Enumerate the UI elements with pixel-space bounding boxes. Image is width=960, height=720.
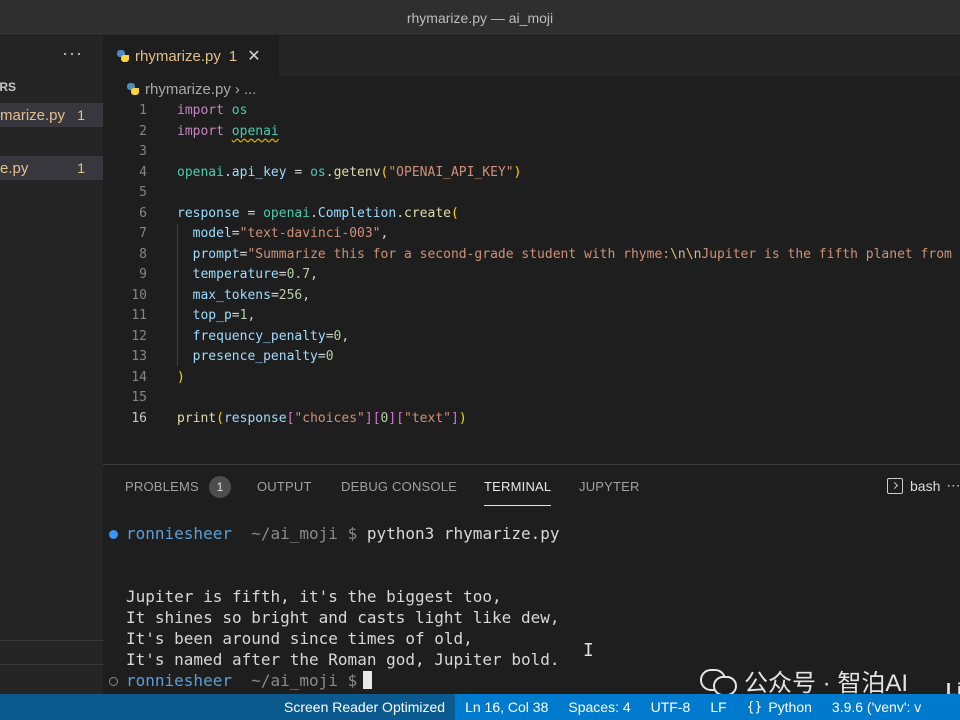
line-number: 11 bbox=[131, 308, 147, 323]
code-line: 6 response = openai.Completion.create( bbox=[103, 204, 960, 225]
code-line: 2 import openai bbox=[103, 122, 960, 143]
terminal-icon bbox=[887, 477, 903, 494]
code-line: 5 bbox=[103, 183, 960, 204]
cursor-position[interactable]: Ln 16, Col 38 bbox=[455, 694, 558, 720]
status-bar: Screen Reader Optimized Ln 16, Col 38 Sp… bbox=[0, 694, 960, 720]
watermark-text: 公众号 · 智泊AI bbox=[744, 670, 909, 697]
terminal-shell-name: bash bbox=[910, 477, 941, 494]
wechat-logo-icon bbox=[700, 667, 737, 696]
window-titlebar: rhymarize.py — ai_moji bbox=[0, 0, 960, 36]
sidebar-header: ··· bbox=[0, 36, 103, 76]
mouse-ibeam-cursor: I bbox=[583, 640, 594, 661]
code-editor[interactable]: 1 import os 2 import openai 3 4 openai.api_… bbox=[103, 101, 960, 429]
python-interpreter[interactable]: 3.9.6 ('venv': v bbox=[822, 694, 931, 720]
open-editors-section[interactable]: ORS bbox=[0, 80, 16, 94]
open-editor-file-item[interactable]: marize.py 1 bbox=[0, 103, 103, 127]
tab-debug-console[interactable]: DEBUG CONSOLE bbox=[341, 479, 457, 494]
file-name: e.py bbox=[0, 159, 29, 177]
line-number: 4 bbox=[139, 164, 147, 180]
breadcrumb: rhymarize.py › ... bbox=[103, 76, 960, 102]
code-line: 13 presence_penalty=0 bbox=[103, 347, 960, 368]
bottom-panel: PROBLEMS 1 OUTPUT DEBUG CONSOLE TERMINAL… bbox=[103, 464, 960, 694]
breadcrumb-file[interactable]: rhymarize.py bbox=[145, 81, 231, 98]
terminal-selector[interactable]: bash ⋯ bbox=[887, 477, 960, 494]
code-line: 7 model="text-davinci-003", bbox=[103, 224, 960, 245]
terminal-cursor bbox=[363, 671, 373, 689]
breadcrumb-symbol[interactable]: ... bbox=[244, 81, 257, 98]
window-title: rhymarize.py — ai_moji bbox=[406, 9, 554, 26]
line-number: 2 bbox=[139, 123, 147, 139]
line-number: 15 bbox=[131, 390, 147, 405]
close-icon[interactable]: ✕ bbox=[247, 46, 260, 66]
tab-terminal[interactable]: TERMINAL bbox=[484, 479, 552, 506]
more-actions-icon[interactable]: ⋯ bbox=[946, 477, 960, 494]
sidebar-divider bbox=[0, 664, 103, 665]
code-line: 1 import os bbox=[103, 101, 960, 122]
sidebar-divider bbox=[0, 640, 103, 641]
terminal-output-line: It's named after the Roman god, Jupiter … bbox=[126, 650, 560, 669]
braces-icon: {} bbox=[746, 699, 763, 715]
python-file-icon bbox=[117, 50, 129, 62]
line-number: 16 bbox=[131, 410, 147, 426]
terminal-output-line: Jupiter is fifth, it's the biggest too, bbox=[126, 587, 502, 606]
line-number: 10 bbox=[131, 287, 147, 303]
panel-tabs: PROBLEMS 1 OUTPUT DEBUG CONSOLE TERMINAL… bbox=[103, 465, 960, 509]
code-line: 10 max_tokens=256, bbox=[103, 286, 960, 307]
terminal-command-line: ronniesheer ~/ai_moji $ python3 rhymariz… bbox=[126, 524, 560, 543]
explorer-sidebar: ··· ORS marize.py 1 e.py 1 bbox=[0, 36, 103, 694]
tab-output[interactable]: OUTPUT bbox=[257, 479, 312, 494]
code-line: 12 frequency_penalty=0, bbox=[103, 327, 960, 348]
indentation-status[interactable]: Spaces: 4 bbox=[558, 694, 640, 720]
line-number: 8 bbox=[139, 246, 147, 262]
screen-reader-status[interactable]: Screen Reader Optimized bbox=[274, 694, 456, 720]
line-number: 13 bbox=[131, 349, 147, 364]
terminal-output-line: It's been around since times of old, bbox=[126, 629, 473, 648]
more-actions-icon[interactable]: ··· bbox=[62, 43, 83, 64]
line-number: 14 bbox=[131, 369, 147, 385]
problem-count: 1 bbox=[77, 160, 85, 176]
problems-count-badge: 1 bbox=[209, 476, 231, 498]
terminal-prompt-line: ronniesheer ~/ai_moji $ bbox=[126, 671, 373, 690]
terminal-output-line: It shines so bright and casts light like… bbox=[126, 608, 560, 627]
tab-jupyter[interactable]: JUPYTER bbox=[579, 479, 640, 494]
editor-area[interactable]: rhymarize.py 1 ✕ rhymarize.py › ... 1 imp… bbox=[103, 36, 960, 464]
line-number: 5 bbox=[139, 185, 147, 200]
line-number: 6 bbox=[139, 205, 147, 221]
code-line: 4 openai.api_key = os.getenv("OPENAI_API_… bbox=[103, 163, 960, 184]
file-name: marize.py bbox=[0, 106, 66, 124]
tab-problems[interactable]: PROBLEMS bbox=[125, 479, 199, 494]
statusbar-left-region bbox=[0, 694, 274, 720]
eol-status[interactable]: LF bbox=[700, 694, 736, 720]
code-line: 11 top_p=1, bbox=[103, 306, 960, 327]
command-pending-icon[interactable] bbox=[109, 677, 118, 686]
tab-rhymarize[interactable]: rhymarize.py 1 ✕ bbox=[103, 36, 279, 76]
code-line: 14) bbox=[103, 368, 960, 389]
explorer-file-item[interactable]: e.py 1 bbox=[0, 156, 103, 180]
line-number: 9 bbox=[139, 267, 147, 282]
editor-tabbar: rhymarize.py 1 ✕ bbox=[103, 36, 960, 76]
import-warning-squiggle[interactable]: openai bbox=[232, 124, 279, 139]
line-number: 1 bbox=[139, 103, 147, 118]
line-number: 12 bbox=[131, 328, 147, 344]
tab-problem-count: 1 bbox=[228, 47, 238, 65]
code-line: 9 temperature=0.7, bbox=[103, 265, 960, 286]
line-number: 7 bbox=[139, 226, 147, 241]
code-line: 3 bbox=[103, 142, 960, 163]
encoding-status[interactable]: UTF-8 bbox=[641, 694, 701, 720]
language-label: Python bbox=[768, 699, 812, 715]
tab-label: rhymarize.py bbox=[135, 47, 221, 65]
problem-count: 1 bbox=[77, 107, 85, 123]
code-line-current: 16 print(response["choices"][0]["text"]) bbox=[103, 409, 960, 430]
language-mode[interactable]: {} Python bbox=[737, 694, 822, 720]
line-number: 3 bbox=[139, 144, 147, 159]
code-line: 15 bbox=[103, 388, 960, 409]
python-file-icon bbox=[127, 83, 139, 95]
code-line: 8 prompt="Summarize this for a second-gr… bbox=[103, 245, 960, 266]
chevron-right-icon: › bbox=[234, 80, 240, 98]
command-success-icon[interactable] bbox=[109, 530, 118, 539]
watermark: 公众号 · 智泊AI bbox=[700, 663, 908, 698]
